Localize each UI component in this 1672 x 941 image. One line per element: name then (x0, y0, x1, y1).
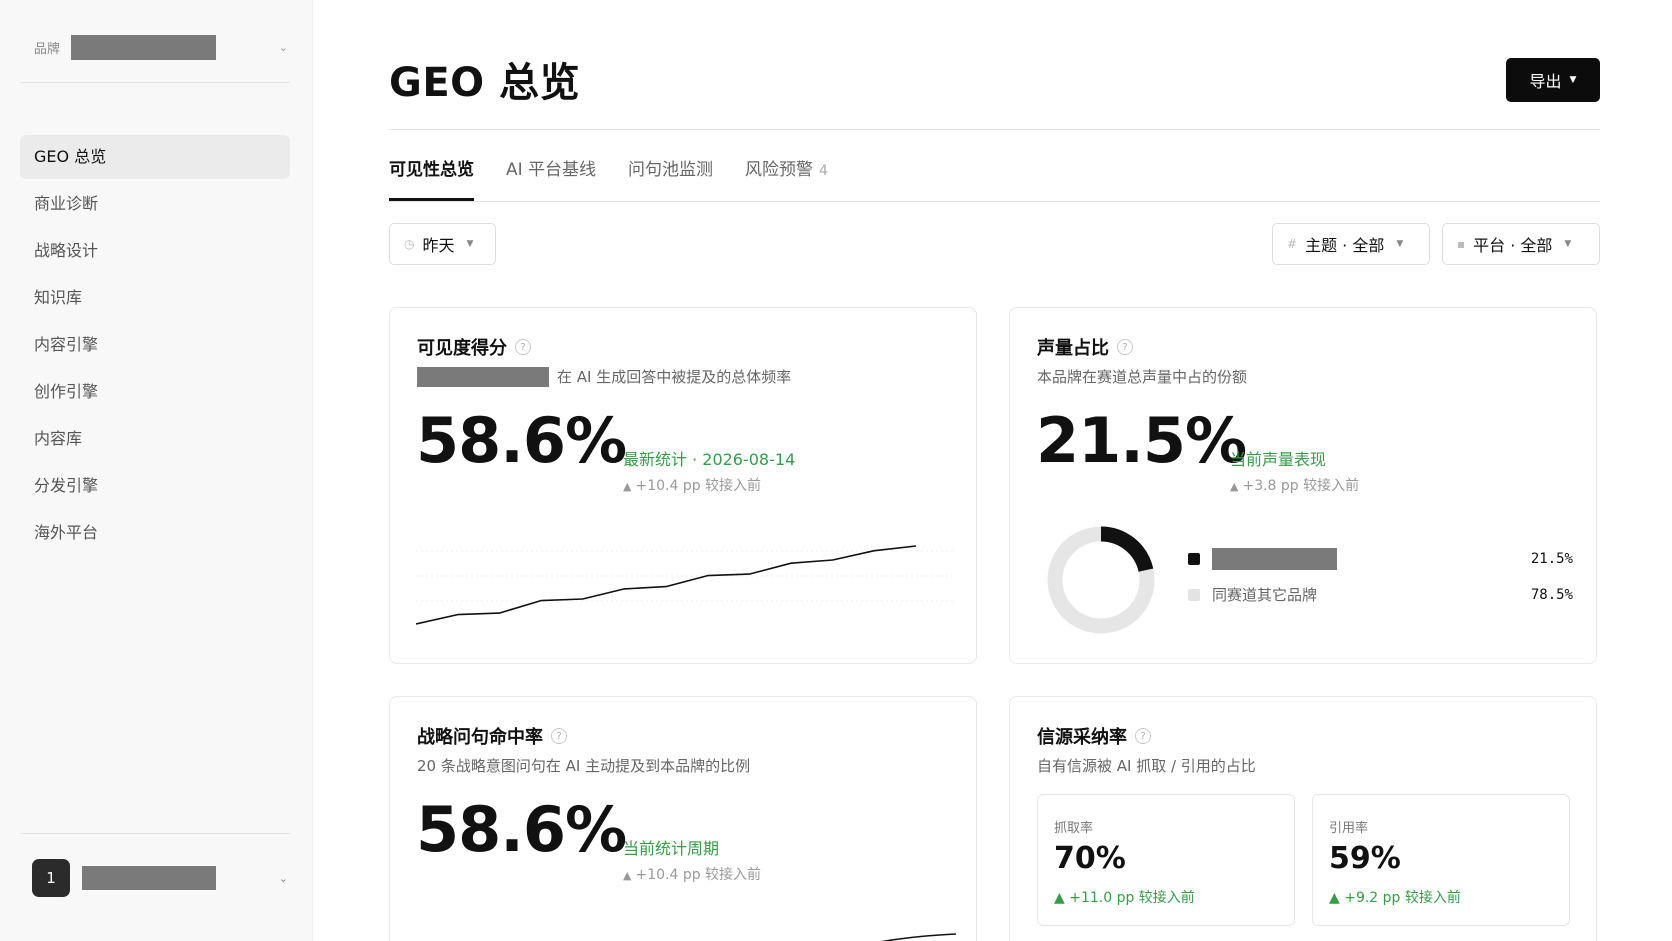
platform-filter[interactable]: ▪ 平台 · 全部 ▼ (1442, 223, 1600, 265)
hash-icon: # (1287, 237, 1298, 251)
card-subtitle: 本品牌在赛道总声量中占的份额 (1037, 368, 1248, 386)
legend-label: 同赛道其它品牌 (1212, 586, 1318, 604)
sidebar-item-business-diagnosis[interactable]: 商业诊断 (20, 182, 290, 226)
triangle-up-icon: ▲ (623, 480, 632, 493)
brand-name-redacted (1212, 548, 1337, 570)
sidebar-item-geo-overview[interactable]: GEO 总览 (20, 135, 290, 179)
tab-bar: 可见性总览 AI 平台基线 问句池监测 风险预警 4 (389, 150, 828, 202)
source-adoption-card: 信源采纳率 ? 自有信源被 AI 抓取 / 引用的占比 抓取率 70% ▲ +1… (1009, 696, 1597, 941)
tab-query-pool-monitoring[interactable]: 问句池监测 (628, 150, 713, 202)
help-icon[interactable]: ? (1135, 728, 1151, 744)
delta-text: ▲ +10.4 pp 较接入前 (623, 478, 762, 494)
hit-rate-value: 58.6% (416, 793, 627, 866)
query-hit-rate-card: 战略问句命中率 ? 20 条战略意图问句在 AI 主动提及到本品牌的比例 58.… (389, 696, 977, 941)
date-filter[interactable]: ◷ 昨天 ▼ (389, 223, 496, 265)
chevron-down-icon: ⌄ (278, 40, 288, 54)
legend-row-others: 同赛道其它品牌 78.5% (1188, 584, 1573, 605)
help-icon[interactable]: ? (551, 728, 567, 744)
user-name-redacted (82, 866, 216, 890)
tabs-divider (389, 201, 1600, 202)
period-note: 当前统计周期 (623, 839, 720, 858)
sidebar-item-overseas-platforms[interactable]: 海外平台 (20, 511, 290, 555)
sidebar-item-distribution-engine[interactable]: 分发引擎 (20, 464, 290, 508)
page-title: GEO 总览 (389, 60, 581, 106)
crawl-rate-label: 抓取率 (1054, 821, 1094, 836)
citation-rate-delta: ▲ +9.2 pp 较接入前 (1329, 890, 1461, 906)
delta-text: ▲ +10.4 pp 较接入前 (623, 867, 762, 883)
caret-down-icon: ▼ (466, 239, 474, 249)
sidebar-nav: GEO 总览 商业诊断 战略设计 知识库 内容引擎 创作引擎 内容库 分发引擎 … (20, 135, 290, 558)
caret-down-icon: ▼ (1564, 239, 1572, 249)
caret-down-icon: ▼ (1569, 75, 1577, 85)
crawl-rate-value: 70% (1054, 841, 1126, 876)
date-filter-value: 昨天 (422, 236, 455, 255)
brand-name-redacted (71, 34, 216, 60)
platform-filter-value: 平台 · 全部 (1473, 236, 1553, 255)
card-subtitle: 自有信源被 AI 抓取 / 引用的占比 (1037, 757, 1256, 775)
crawl-rate-delta: ▲ +11.0 pp 较接入前 (1054, 890, 1195, 906)
delta-text: ▲ +3.8 pp 较接入前 (1230, 478, 1360, 494)
hit-rate-trend-chart (880, 933, 956, 941)
topic-filter[interactable]: # 主题 · 全部 ▼ (1272, 223, 1430, 265)
card-subtitle: 在 AI 生成回答中被提及的总体频率 (417, 366, 791, 387)
sidebar-divider (20, 833, 290, 834)
user-menu[interactable]: 1 ⌄ (32, 858, 288, 898)
citation-rate-box: 引用率 59% ▲ +9.2 pp 较接入前 (1312, 794, 1570, 926)
grid-icon: ▪ (1457, 237, 1466, 251)
sidebar-item-content-library[interactable]: 内容库 (20, 417, 290, 461)
share-donut-chart (1047, 526, 1155, 634)
tab-visibility-overview[interactable]: 可见性总览 (389, 150, 474, 202)
share-of-voice-value: 21.5% (1036, 404, 1247, 477)
tab-count-badge: 4 (819, 163, 828, 179)
citation-rate-value: 59% (1329, 841, 1401, 876)
sidebar-item-strategy-design[interactable]: 战略设计 (20, 229, 290, 273)
trend-line (416, 545, 917, 625)
visibility-score-card: 可见度得分 ? 在 AI 生成回答中被提及的总体频率 58.6% 最新统计 · … (389, 307, 977, 664)
trend-line (880, 933, 956, 941)
legend-value: 78.5% (1530, 586, 1573, 603)
clock-icon: ◷ (404, 237, 415, 251)
triangle-up-icon: ▲ (623, 869, 632, 882)
main-content: GEO 总览 导出 ▼ 可见性总览 AI 平台基线 问句池监测 风险预警 4 ◷ … (313, 0, 1672, 941)
triangle-up-icon: ▲ (1230, 480, 1239, 493)
sidebar-item-content-engine[interactable]: 内容引擎 (20, 323, 290, 367)
legend-swatch (1188, 553, 1200, 565)
citation-rate-label: 引用率 (1329, 821, 1369, 836)
legend-row-brand: 21.5% (1188, 548, 1573, 570)
avatar: 1 (32, 859, 70, 897)
sidebar-item-creation-engine[interactable]: 创作引擎 (20, 370, 290, 414)
sidebar: 品牌 ⌄ GEO 总览 商业诊断 战略设计 知识库 内容引擎 创作引擎 内容库 … (0, 0, 313, 941)
card-subtitle: 20 条战略意图问句在 AI 主动提及到本品牌的比例 (417, 757, 751, 775)
chevron-down-icon: ⌄ (278, 871, 288, 885)
legend-value: 21.5% (1530, 551, 1573, 567)
visibility-trend-chart (416, 545, 956, 625)
header-divider (389, 129, 1600, 130)
sidebar-item-knowledge-base[interactable]: 知识库 (20, 276, 290, 320)
visibility-score-value: 58.6% (416, 404, 627, 477)
card-title: 声量占比 ? (1037, 334, 1133, 360)
card-title: 可见度得分 ? (417, 334, 531, 360)
brand-selector[interactable]: 品牌 ⌄ (34, 30, 288, 64)
triangle-up-icon: ▲ (1329, 890, 1345, 906)
stats-date-note: 最新统计 · 2026-08-14 (623, 450, 796, 469)
export-button[interactable]: 导出 ▼ (1506, 58, 1600, 102)
topic-filter-value: 主题 · 全部 (1305, 236, 1385, 255)
card-title: 信源采纳率 ? (1037, 723, 1151, 749)
tab-ai-platform-baseline[interactable]: AI 平台基线 (506, 150, 596, 202)
card-title: 战略问句命中率 ? (417, 723, 567, 749)
sidebar-divider (20, 82, 290, 83)
share-of-voice-card: 声量占比 ? 本品牌在赛道总声量中占的份额 21.5% 当前声量表现 ▲ +3.8… (1009, 307, 1597, 664)
help-icon[interactable]: ? (1117, 339, 1133, 355)
brand-label: 品牌 (34, 41, 61, 57)
tab-risk-alerts[interactable]: 风险预警 4 (745, 150, 828, 202)
triangle-up-icon: ▲ (1054, 890, 1070, 906)
help-icon[interactable]: ? (515, 339, 531, 355)
crawl-rate-box: 抓取率 70% ▲ +11.0 pp 较接入前 (1037, 794, 1295, 926)
export-label: 导出 (1529, 72, 1562, 91)
current-voice-note: 当前声量表现 (1230, 450, 1327, 469)
caret-down-icon: ▼ (1396, 239, 1404, 249)
legend-swatch (1188, 588, 1200, 601)
brand-name-redacted (417, 366, 549, 387)
